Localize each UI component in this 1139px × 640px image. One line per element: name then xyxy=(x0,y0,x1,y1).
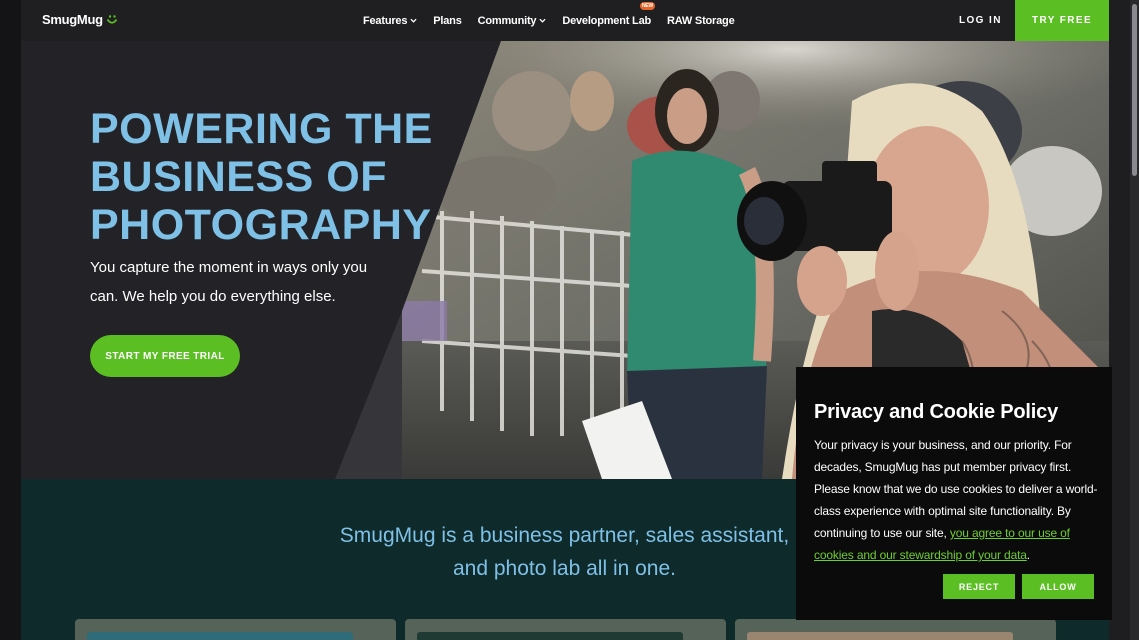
hero-title-line: BUSINESS OF xyxy=(90,153,387,201)
chevron-down-icon xyxy=(539,18,546,23)
card-image xyxy=(417,632,683,640)
nav-item-label: Features xyxy=(363,14,408,27)
feature-card[interactable] xyxy=(405,619,726,640)
cookie-dialog-body: Your privacy is your business, and our p… xyxy=(814,434,1098,566)
allow-cookies-button[interactable]: ALLOW xyxy=(1022,574,1094,599)
nav-item-label: Community xyxy=(477,14,537,27)
top-navigation: SmugMug Features Plans Community Develop… xyxy=(21,0,1109,41)
card-image xyxy=(87,632,353,640)
logo-text: SmugMug xyxy=(42,12,103,27)
chevron-down-icon xyxy=(410,18,417,23)
nav-item-features[interactable]: Features xyxy=(363,15,417,27)
nav-item-plans[interactable]: Plans xyxy=(433,14,462,27)
smugmug-logo[interactable]: SmugMug xyxy=(42,12,118,27)
page: SmugMug Features Plans Community Develop… xyxy=(0,0,1139,640)
card-image xyxy=(747,632,1013,640)
cookie-body-trailing: . xyxy=(1026,548,1030,562)
page-scrollbar[interactable] xyxy=(1130,0,1139,640)
new-badge: NEW xyxy=(639,1,656,10)
cookie-consent-dialog: Privacy and Cookie Policy Your privacy i… xyxy=(796,367,1112,620)
start-free-trial-button[interactable]: START MY FREE TRIAL xyxy=(90,335,240,377)
hero-title: POWERING THE BUSINESS OF PHOTOGRAPHY xyxy=(90,105,433,249)
nav-item-development-lab[interactable]: Development Lab NEW xyxy=(562,1,656,27)
nav-item-label: RAW Storage xyxy=(667,14,735,27)
scrollbar-thumb[interactable] xyxy=(1132,4,1137,176)
nav-item-label: Development Lab xyxy=(562,14,652,27)
nav-item-label: Plans xyxy=(433,14,462,27)
feature-card[interactable] xyxy=(735,619,1056,640)
nav-item-community[interactable]: Community xyxy=(478,15,547,27)
smiley-face-icon xyxy=(106,14,117,24)
hero-title-line: PHOTOGRAPHY xyxy=(90,201,432,249)
left-gutter xyxy=(0,0,21,640)
cookie-dialog-title: Privacy and Cookie Policy xyxy=(814,401,1058,423)
hero-subtitle: You capture the moment in ways only you … xyxy=(90,259,368,305)
value-proposition-text: SmugMug is a business partner, sales ass… xyxy=(339,524,790,580)
login-link[interactable]: LOG IN xyxy=(959,15,1002,26)
try-free-button[interactable]: TRY FREE xyxy=(1015,0,1109,41)
cookie-body-text: Your privacy is your business, and our p… xyxy=(814,438,1098,540)
feature-card[interactable] xyxy=(75,619,396,640)
reject-cookies-button[interactable]: REJECT xyxy=(943,574,1015,599)
hero-title-line: POWERING THE xyxy=(90,105,433,153)
nav-links: Features Plans Community Development Lab… xyxy=(363,0,751,41)
nav-item-raw-storage[interactable]: RAW Storage xyxy=(667,14,735,27)
